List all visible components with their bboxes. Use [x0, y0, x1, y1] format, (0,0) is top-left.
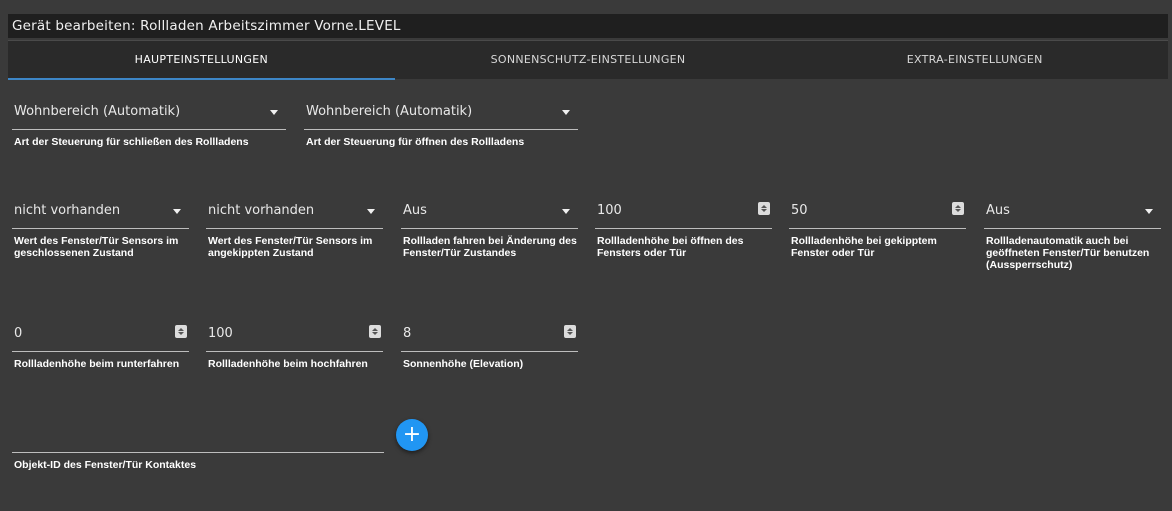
sensor-tilted-value-select[interactable]: nicht vorhanden Wert des Fenster/Tür Sen… [206, 199, 383, 259]
field-label: Sonnenhöhe (Elevation) [403, 358, 524, 370]
tab-extra-einstellungen[interactable]: Extra-Einstellungen [781, 41, 1168, 79]
select-value: Wohnbereich (Automatik) [14, 104, 181, 119]
add-object-id-button[interactable]: + [396, 419, 428, 451]
dialog-title: Gerät bearbeiten: Rollladen Arbeitszimme… [8, 14, 1168, 38]
field-label: Rollladenhöhe bei öffnen des Fensters od… [597, 235, 744, 259]
spinner-icon[interactable] [758, 202, 770, 215]
input-value: 0 [14, 326, 23, 341]
tab-bar: Haupteinstellungen Sonnenschutz-Einstell… [8, 40, 1168, 80]
open-control-type-select[interactable]: Wohnbereich (Automatik) Art der Steuerun… [304, 100, 578, 148]
plus-icon: + [402, 422, 422, 447]
spinner-icon[interactable] [175, 325, 187, 338]
input-value: 50 [791, 203, 808, 218]
dropdown-arrow-icon [367, 209, 375, 214]
close-control-type-select[interactable]: Wohnbereich (Automatik) Art der Steuerun… [12, 100, 286, 148]
height-down-input[interactable]: 0 Rollladenhöhe beim runterfahren [12, 322, 189, 370]
select-value: Aus [403, 203, 427, 218]
spinner-icon[interactable] [952, 202, 964, 215]
tab-sonnenschutz-einstellungen[interactable]: Sonnenschutz-Einstellungen [395, 41, 782, 79]
field-label: Wert des Fenster/Tür Sensors im geschlos… [14, 235, 179, 259]
height-on-open-input[interactable]: 100 Rollladenhöhe bei öffnen des Fenster… [595, 199, 772, 259]
select-value: nicht vorhanden [14, 203, 121, 218]
field-label: Wert des Fenster/Tür Sensors im angekipp… [208, 235, 373, 259]
input-value: 8 [403, 326, 412, 341]
select-value: nicht vorhanden [208, 203, 315, 218]
field-label: Art der Steuerung für öffnen des Rolllad… [306, 136, 525, 148]
height-up-input[interactable]: 100 Rollladenhöhe beim hochfahren [206, 322, 383, 370]
dropdown-arrow-icon [1145, 209, 1153, 214]
dropdown-arrow-icon [562, 209, 570, 214]
field-label: Rollladenhöhe bei gekipptem Fenster oder… [791, 235, 937, 259]
field-label: Rollladenhöhe beim hochfahren [208, 358, 368, 370]
spinner-icon[interactable] [369, 325, 381, 338]
height-on-tilt-input[interactable]: 50 Rollladenhöhe bei gekipptem Fenster o… [789, 199, 966, 259]
input-value: 100 [597, 203, 622, 218]
dropdown-arrow-icon [173, 209, 181, 214]
select-value: Aus [986, 203, 1010, 218]
tab-haupteinstellungen[interactable]: Haupteinstellungen [8, 41, 395, 80]
drive-on-window-change-select[interactable]: Aus Rollladen fahren bei Änderung des Fe… [401, 199, 578, 259]
field-label: Rollladen fahren bei Änderung des Fenste… [403, 235, 577, 259]
sun-elevation-input[interactable]: 8 Sonnenhöhe (Elevation) [401, 322, 578, 370]
select-value: Wohnbereich (Automatik) [306, 104, 473, 119]
sensor-closed-value-select[interactable]: nicht vorhanden Wert des Fenster/Tür Sen… [12, 199, 189, 259]
lockout-protection-select[interactable]: Aus Rollladenautomatik auch bei geöffnet… [984, 199, 1161, 271]
field-label: Rollladenautomatik auch bei geöffneten F… [986, 235, 1150, 271]
field-label: Rollladenhöhe beim runterfahren [14, 358, 180, 370]
window-contact-id-input[interactable]: Objekt-ID des Fenster/Tür Kontaktes [12, 423, 384, 471]
spinner-icon[interactable] [564, 325, 576, 338]
input-value: 100 [208, 326, 233, 341]
field-label: Art der Steuerung für schließen des Roll… [14, 136, 249, 148]
dropdown-arrow-icon [270, 110, 278, 115]
field-label: Objekt-ID des Fenster/Tür Kontaktes [14, 459, 197, 471]
dropdown-arrow-icon [562, 110, 570, 115]
